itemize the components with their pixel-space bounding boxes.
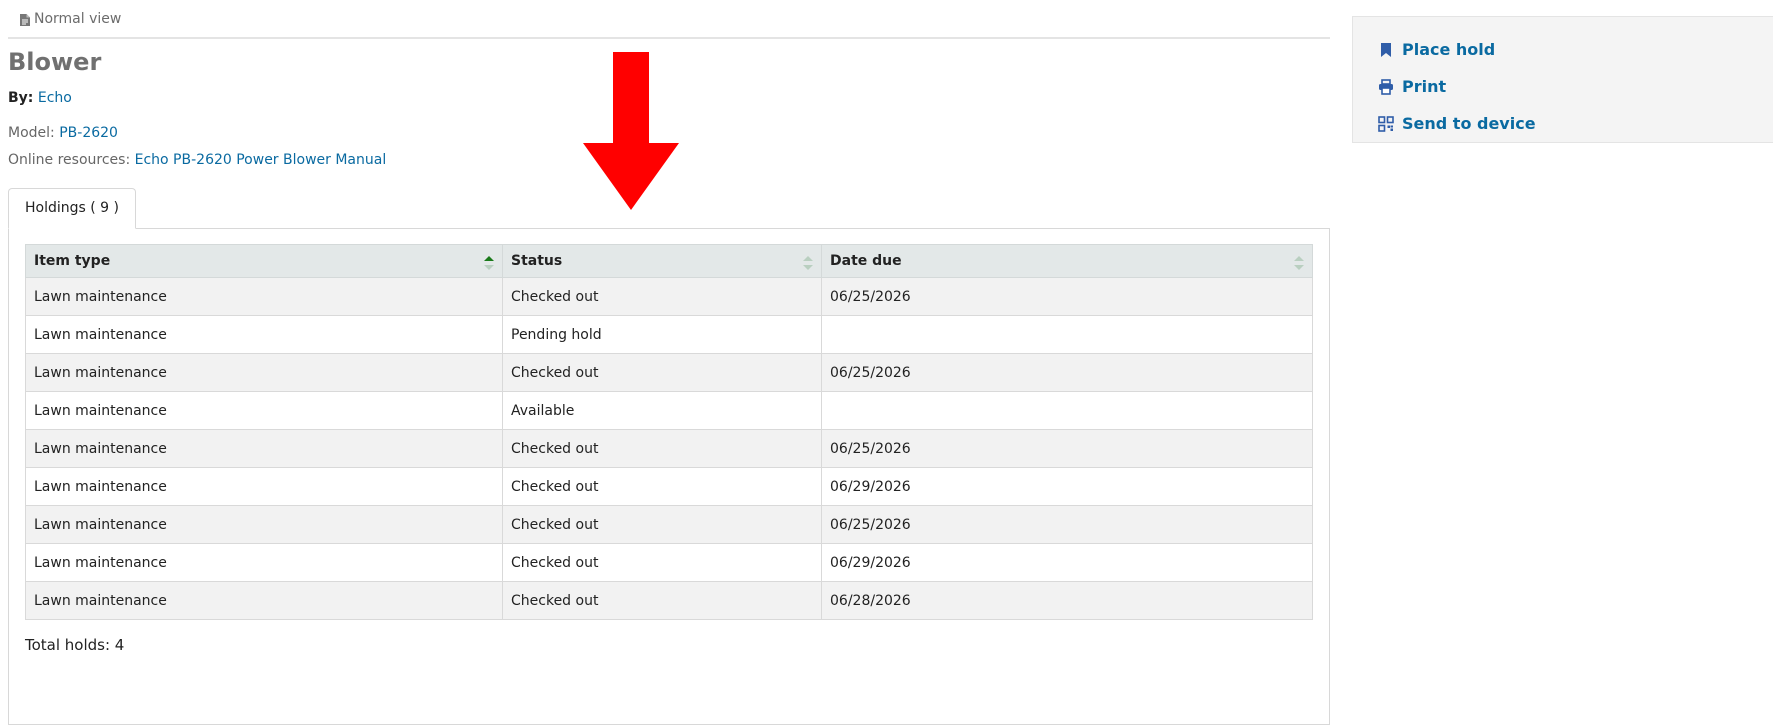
total-holds: Total holds: 4 [25,636,125,655]
item-type-cell: Lawn maintenance [25,353,503,393]
document-icon [20,13,30,26]
print-label: Print [1402,77,1447,96]
status-cell: Checked out [502,353,822,393]
online-resources-label: Online resources: [8,152,131,169]
table-row: Lawn maintenance Checked out 06/28/2026 [25,581,1313,621]
holdings-header-row: Item type Status Date due [25,244,1313,279]
item-type-cell: Lawn maintenance [25,277,503,317]
status-cell: Checked out [502,505,822,545]
date-due-cell [821,315,1313,355]
date-due-cell: 06/28/2026 [821,581,1313,621]
column-label: Item type [34,253,111,270]
table-row: Lawn maintenance Checked out 06/29/2026 [25,543,1313,583]
table-row: Lawn maintenance Checked out 06/25/2026 [25,353,1313,393]
date-due-cell: 06/29/2026 [821,543,1313,583]
status-cell: Checked out [502,543,822,583]
table-row: Lawn maintenance Available [25,391,1313,431]
table-row: Lawn maintenance Checked out 06/25/2026 [25,277,1313,317]
item-type-cell: Lawn maintenance [25,467,503,507]
date-due-cell: 06/25/2026 [821,277,1313,317]
send-to-device-label: Send to device [1402,114,1536,133]
sort-icon [1294,256,1304,271]
holdings-table: Item type Status Date due Lawn maintenan… [25,244,1313,621]
tab-holdings[interactable]: Holdings ( 9 ) [8,188,136,230]
date-due-cell: 06/25/2026 [821,353,1313,393]
date-due-cell: 06/25/2026 [821,429,1313,469]
item-type-cell: Lawn maintenance [25,391,503,431]
model-link[interactable]: PB-2620 [59,125,118,141]
status-cell: Checked out [502,429,822,469]
normal-view-link[interactable]: Normal view [34,11,121,27]
status-cell: Available [502,391,822,431]
column-label: Status [511,253,563,270]
item-type-cell: Lawn maintenance [25,315,503,355]
bookmark-icon [1381,42,1391,57]
column-header-status[interactable]: Status [502,244,822,279]
model-label: Model: [8,125,55,142]
send-to-device-button[interactable]: Send to device [1378,105,1773,142]
qr-code-icon [1378,115,1394,132]
column-header-item-type[interactable]: Item type [25,244,503,279]
column-label: Date due [830,253,902,270]
place-hold-label: Place hold [1402,40,1496,59]
table-row: Lawn maintenance Checked out 06/25/2026 [25,429,1313,469]
author-link[interactable]: Echo [38,90,72,106]
status-cell: Checked out [502,277,822,317]
table-row: Lawn maintenance Pending hold [25,315,1313,355]
item-type-cell: Lawn maintenance [25,581,503,621]
status-cell: Checked out [502,581,822,621]
table-row: Lawn maintenance Checked out 06/29/2026 [25,467,1313,507]
view-bar: Normal view [8,0,1330,39]
place-hold-button[interactable]: Place hold [1378,31,1773,68]
date-due-cell [821,391,1313,431]
table-row: Lawn maintenance Checked out 06/25/2026 [25,505,1313,545]
date-due-cell: 06/29/2026 [821,467,1313,507]
online-resource-link[interactable]: Echo PB-2620 Power Blower Manual [135,152,387,168]
sort-icon [803,256,813,271]
printer-icon [1379,78,1393,95]
sort-ascending-icon [484,256,494,271]
holdings-panel: Item type Status Date due Lawn maintenan… [8,228,1330,726]
status-cell: Pending hold [502,315,822,355]
by-label: By: [8,90,34,107]
annotation-arrow-icon [583,52,679,210]
item-type-cell: Lawn maintenance [25,429,503,469]
record-actions-sidebar: Place hold Print Send to device [1352,16,1773,143]
status-cell: Checked out [502,467,822,507]
column-header-date-due[interactable]: Date due [821,244,1313,279]
print-button[interactable]: Print [1378,68,1773,105]
date-due-cell: 06/25/2026 [821,505,1313,545]
item-type-cell: Lawn maintenance [25,543,503,583]
item-type-cell: Lawn maintenance [25,505,503,545]
